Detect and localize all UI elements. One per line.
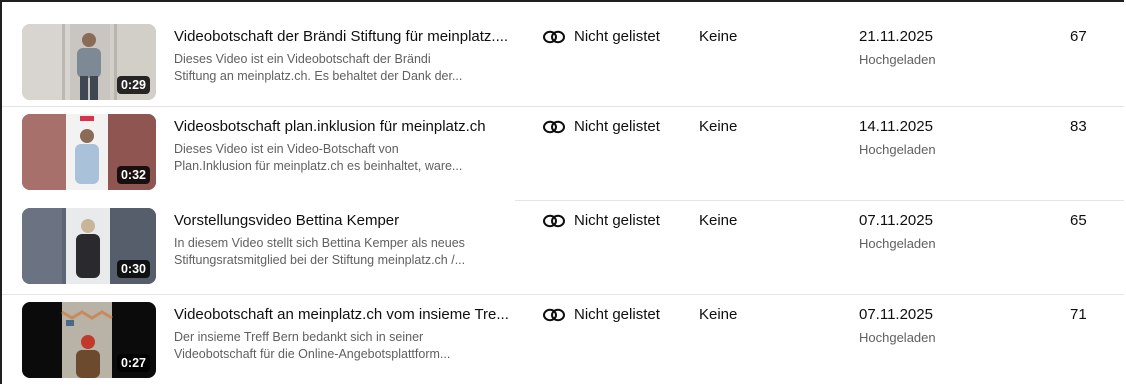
description-line: Stiftungsratsmitglied bei der Stiftung m… xyxy=(174,253,466,267)
restrictions-label: Keine xyxy=(699,306,738,323)
duration-badge: 0:29 xyxy=(116,76,150,94)
date-label: 07.11.2025 xyxy=(859,306,933,323)
views-count: 67 xyxy=(1070,28,1087,45)
description-line: Der insieme Treff Bern bedankt sich in s… xyxy=(174,330,424,344)
restrictions-label: Keine xyxy=(699,212,738,229)
visibility-label: Nicht gelistet xyxy=(574,306,660,323)
row-divider xyxy=(515,200,1124,201)
description-line: Videobotschaft für die Online-Angebotspl… xyxy=(174,347,451,361)
date-status: Hochgeladen xyxy=(859,330,936,345)
visibility-cell[interactable]: Nicht gelistet xyxy=(542,306,660,323)
video-row[interactable]: 0:27 Videobotschaft an meinplatz.ch vom … xyxy=(2,296,1124,386)
restrictions-label: Keine xyxy=(699,118,738,135)
video-row[interactable]: 0:29 Videobotschaft der Brändi Stiftung … xyxy=(2,18,1124,106)
restrictions-label: Keine xyxy=(699,28,738,45)
visibility-label: Nicht gelistet xyxy=(574,28,660,45)
link-icon xyxy=(543,30,565,43)
visibility-label: Nicht gelistet xyxy=(574,212,660,229)
visibility-cell[interactable]: Nicht gelistet xyxy=(542,118,660,135)
video-thumbnail[interactable]: 0:27 xyxy=(22,302,156,378)
video-title[interactable]: Videosbotschaft plan.inklusion für meinp… xyxy=(174,118,486,135)
video-row[interactable]: 0:30 Vorstellungsvideo Bettina Kemper In… xyxy=(2,202,1124,294)
description-line: Stiftung an meinplatz.ch. Es behaltet de… xyxy=(174,69,463,83)
date-status: Hochgeladen xyxy=(859,236,936,251)
description-line: Dieses Video ist ein Videobotschaft der … xyxy=(174,52,431,66)
video-description: In diesem Video stellt sich Bettina Kemp… xyxy=(174,235,514,269)
visibility-cell[interactable]: Nicht gelistet xyxy=(542,212,660,229)
duration-badge: 0:32 xyxy=(116,166,150,184)
video-title[interactable]: Videobotschaft der Brändi Stiftung für m… xyxy=(174,28,508,45)
date-label: 14.11.2025 xyxy=(859,118,933,135)
duration-badge: 0:27 xyxy=(116,354,150,372)
link-icon xyxy=(543,120,565,133)
visibility-label: Nicht gelistet xyxy=(574,118,660,135)
views-count: 65 xyxy=(1070,212,1087,229)
video-thumbnail[interactable]: 0:32 xyxy=(22,114,156,190)
video-row[interactable]: 0:32 Videosbotschaft plan.inklusion für … xyxy=(2,108,1124,200)
row-divider xyxy=(2,294,1124,295)
date-label: 21.11.2025 xyxy=(859,28,933,45)
video-title[interactable]: Videobotschaft an meinplatz.ch vom insie… xyxy=(174,306,509,323)
views-count: 71 xyxy=(1070,306,1087,323)
duration-badge: 0:30 xyxy=(116,260,150,278)
video-description: Dieses Video ist ein Videobotschaft der … xyxy=(174,51,514,85)
views-count: 83 xyxy=(1070,118,1087,135)
link-icon xyxy=(543,214,565,227)
description-line: Dieses Video ist ein Video-Botschaft von xyxy=(174,142,399,156)
video-description: Der insieme Treff Bern bedankt sich in s… xyxy=(174,329,514,363)
date-label: 07.11.2025 xyxy=(859,212,933,229)
video-description: Dieses Video ist ein Video-Botschaft von… xyxy=(174,141,514,175)
visibility-cell[interactable]: Nicht gelistet xyxy=(542,28,660,45)
row-divider xyxy=(2,106,1124,107)
date-status: Hochgeladen xyxy=(859,142,936,157)
date-status: Hochgeladen xyxy=(859,52,936,67)
video-thumbnail[interactable]: 0:29 xyxy=(22,24,156,100)
link-icon xyxy=(543,308,565,321)
description-line: In diesem Video stellt sich Bettina Kemp… xyxy=(174,236,465,250)
video-thumbnail[interactable]: 0:30 xyxy=(22,208,156,284)
video-title[interactable]: Vorstellungsvideo Bettina Kemper xyxy=(174,212,399,229)
description-line: Plan.Inklusion für meinplatz.ch es beinh… xyxy=(174,159,463,173)
